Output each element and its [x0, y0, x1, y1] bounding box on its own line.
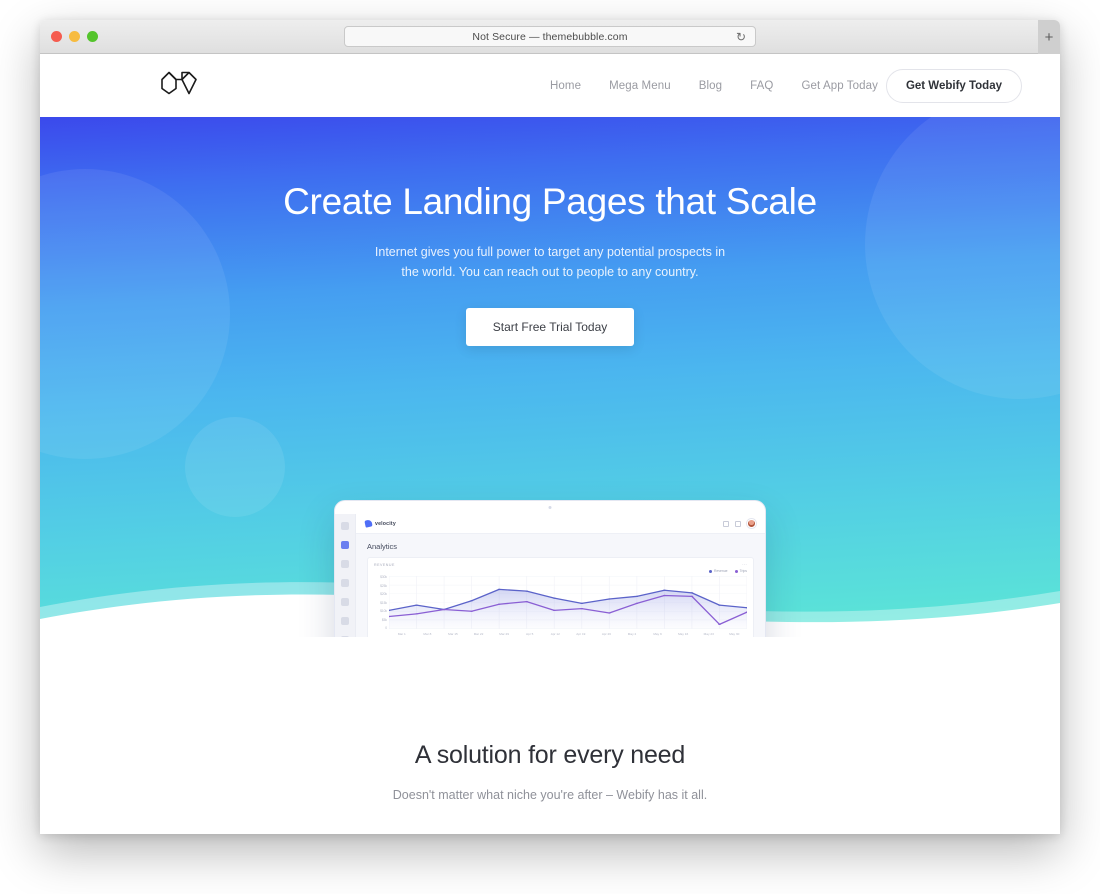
close-window-icon[interactable] [51, 31, 62, 42]
hero-subtitle-line1: Internet gives you full power to target … [374, 244, 726, 259]
y-tick: $25k [380, 583, 387, 588]
browser-titlebar: Not Secure — themebubble.com ↻ + [40, 20, 1060, 54]
chart-panel-header: REVENUE ⋯ [374, 563, 747, 568]
legend-swatch-trips [734, 569, 738, 573]
site-navbar: Home Mega Menu Blog FAQ Get App Today Ge… [40, 54, 1060, 117]
browser-window: Not Secure — themebubble.com ↻ + Home Me… [40, 20, 1060, 834]
user-avatar[interactable] [747, 519, 756, 528]
sidebar-calendar-icon[interactable] [341, 598, 349, 606]
x-tick: Apr 12 [550, 632, 560, 636]
dashboard-page-title: Analytics [367, 542, 398, 551]
message-icon[interactable] [735, 520, 741, 527]
x-tick: May 16 [678, 632, 689, 636]
legend-swatch-revenue [709, 569, 712, 573]
nav-link-faq[interactable]: FAQ [750, 80, 773, 92]
y-tick: $15k [380, 600, 387, 605]
decorative-circle-small [185, 417, 285, 517]
nav-link-blog[interactable]: Blog [699, 80, 722, 92]
legend-item-trips: Trips [734, 569, 747, 573]
chart-panel-title: REVENUE [374, 563, 395, 567]
x-tick: May 23 [703, 632, 714, 636]
url-text: Not Secure — themebubble.com [472, 30, 628, 43]
chart-plot [389, 574, 747, 631]
get-webify-today-button[interactable]: Get Webify Today [885, 68, 1022, 103]
x-tick: Apr 5 [525, 632, 534, 636]
window-traffic-lights[interactable] [51, 31, 98, 42]
solution-section-title: A solution for every need [414, 741, 686, 769]
dashboard-brand: velocity [364, 519, 396, 528]
sidebar-chart-bar-icon[interactable] [341, 541, 349, 549]
revenue-chart-panel: REVENUE ⋯ Revenue Trips $30k $25k $20k $… [367, 557, 754, 637]
sidebar-mail-icon[interactable] [341, 617, 349, 625]
new-tab-button[interactable]: + [1038, 20, 1060, 54]
x-tick: May 2 [627, 632, 637, 636]
velocity-brand-name: velocity [375, 520, 396, 527]
y-tick: $10k [380, 609, 387, 613]
dashboard-body: Analytics REVENUE ⋯ Revenue Trips $30k $… [356, 534, 765, 637]
legend-item-revenue: Revenue [709, 569, 728, 573]
hero-section: Create Landing Pages that Scale Internet… [40, 117, 1060, 637]
chart-svg [389, 576, 747, 629]
x-tick: Mar 15 [448, 632, 458, 636]
minimize-window-icon[interactable] [69, 31, 80, 42]
sidebar-gear-icon[interactable] [341, 579, 349, 587]
sidebar-user-icon[interactable] [341, 636, 349, 637]
nav-link-home[interactable]: Home [550, 80, 581, 92]
x-tick: Mar 22 [473, 632, 484, 636]
solution-section: A solution for every need Doesn't matter… [40, 637, 1060, 834]
hero-subtitle-line2: the world. You can reach out to people t… [401, 264, 699, 279]
hero-subtitle: Internet gives you full power to target … [40, 242, 1060, 283]
chart-x-axis: Mar 1 Mar 8 Mar 15 Mar 22 Mar 29 Apr 5 A… [374, 632, 747, 636]
x-tick: Mar 29 [499, 632, 509, 636]
sidebar-card-icon[interactable] [341, 560, 349, 568]
y-tick: $5k [381, 617, 387, 622]
laptop-camera-icon [548, 506, 552, 509]
x-tick: Apr 26 [601, 632, 611, 636]
x-tick: Mar 8 [423, 632, 432, 636]
hero-title: Create Landing Pages that Scale [283, 181, 817, 222]
address-bar[interactable]: Not Secure — themebubble.com ↻ [344, 26, 756, 47]
y-tick: 0 [385, 626, 387, 630]
x-tick: Mar 1 [397, 632, 406, 636]
x-tick: May 9 [653, 632, 662, 636]
x-tick: May 30 [729, 632, 740, 636]
webify-logo-icon[interactable] [158, 68, 200, 103]
velocity-logo-icon [364, 519, 373, 528]
chart-legend: Revenue Trips [374, 569, 747, 573]
legend-label-trips: Trips [739, 569, 747, 573]
dashboard-sidebar [335, 514, 356, 637]
legend-label-revenue: Revenue [714, 569, 728, 573]
sidebar-grid-icon[interactable] [341, 522, 349, 530]
x-tick: Apr 19 [576, 632, 586, 636]
laptop-screen: velocity Analytics REVENUE ⋯ Revenue Tri… [334, 500, 766, 637]
reload-icon[interactable]: ↻ [736, 31, 746, 44]
chart-panel-menu-icon[interactable]: ⋯ [742, 563, 747, 568]
hero-content: Create Landing Pages that Scale Internet… [40, 117, 1060, 347]
y-tick: $20k [380, 592, 387, 596]
nav-link-mega-menu[interactable]: Mega Menu [609, 80, 671, 92]
dashboard-app: velocity Analytics REVENUE ⋯ Revenue Tri… [335, 514, 765, 637]
laptop-mockup: velocity Analytics REVENUE ⋯ Revenue Tri… [334, 500, 766, 637]
dashboard-topbar: velocity [356, 514, 765, 534]
solution-section-subtitle: Doesn't matter what niche you're after –… [392, 788, 708, 802]
chart-area: $30k $25k $20k $15k $10k $5k 0 [374, 574, 747, 631]
dashboard-topbar-actions [723, 519, 756, 528]
maximize-window-icon[interactable] [87, 31, 98, 42]
nav-link-get-app-today[interactable]: Get App Today [801, 80, 878, 92]
nav-links: Home Mega Menu Blog FAQ Get App Today [550, 80, 878, 92]
bell-icon[interactable] [723, 520, 729, 527]
start-free-trial-button[interactable]: Start Free Trial Today [465, 308, 635, 347]
chart-y-axis: $30k $25k $20k $15k $10k $5k 0 [374, 574, 389, 631]
dashboard-main: velocity Analytics REVENUE ⋯ Revenue Tri… [356, 514, 765, 637]
y-tick: $30k [380, 575, 387, 579]
